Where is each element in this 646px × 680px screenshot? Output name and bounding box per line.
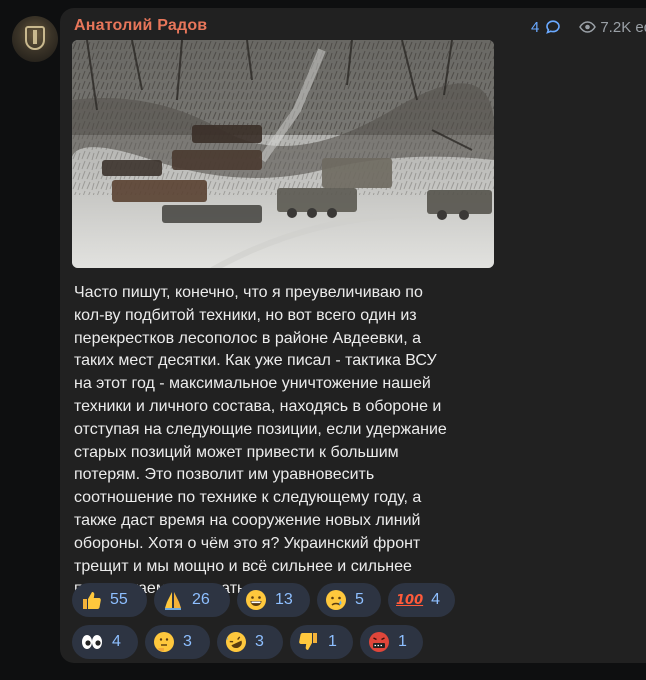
comment-count[interactable]: 4 — [531, 19, 539, 36]
avatar-emblem-icon — [25, 26, 45, 50]
message-meta: 4 7.2K ed — [531, 17, 646, 37]
eye-icon — [579, 21, 597, 33]
views-count: 7.2K ed — [600, 18, 646, 36]
reaction-count: 26 — [192, 591, 210, 608]
battlefield-photo-image — [72, 40, 494, 268]
channel-avatar[interactable] — [12, 16, 58, 62]
reaction-thinking-face[interactable]: 3 — [145, 625, 210, 659]
praying-hands-icon — [165, 592, 181, 610]
post-photo[interactable] — [72, 40, 494, 268]
reaction-thumbs-up[interactable]: 55 — [72, 583, 147, 617]
grinning-face-icon — [246, 590, 266, 610]
views-counter: 7.2K ed — [579, 19, 646, 36]
thumbs-down-icon — [299, 633, 317, 650]
cursing-face-icon — [369, 632, 389, 652]
hundred-points-icon: 100 — [396, 592, 424, 608]
comment-bubble-icon[interactable] — [545, 19, 561, 35]
reaction-count: 3 — [183, 633, 192, 650]
reaction-count: 5 — [355, 591, 364, 608]
reaction-count: 1 — [398, 633, 407, 650]
reaction-praying-hands[interactable]: 26 — [154, 583, 230, 617]
reaction-hundred-points[interactable]: 100 4 — [388, 583, 455, 617]
reaction-thumbs-down[interactable]: 1 — [290, 625, 353, 659]
reaction-eyes[interactable]: 4 — [72, 625, 138, 659]
reaction-count: 55 — [110, 591, 128, 608]
thumbs-up-icon — [83, 592, 101, 609]
rofl-face-icon — [226, 632, 246, 652]
reaction-grinning-face[interactable]: 13 — [237, 583, 310, 617]
reaction-count: 13 — [275, 591, 293, 608]
post-text: Часто пишут, конечно, что я преувеличива… — [74, 284, 447, 597]
reaction-count: 4 — [431, 591, 441, 608]
author-name[interactable]: Анатолий Радов — [74, 17, 207, 35]
eyes-icon — [82, 635, 102, 649]
thinking-face-icon — [154, 632, 174, 652]
reaction-count: 1 — [328, 633, 337, 650]
reaction-count: 4 — [112, 633, 121, 650]
crying-face-icon — [326, 590, 346, 610]
reaction-rofl-face[interactable]: 3 — [217, 625, 283, 659]
reaction-count: 3 — [255, 633, 264, 650]
reaction-crying-face[interactable]: 5 — [317, 583, 381, 617]
reaction-cursing-face[interactable]: 1 — [360, 625, 423, 659]
